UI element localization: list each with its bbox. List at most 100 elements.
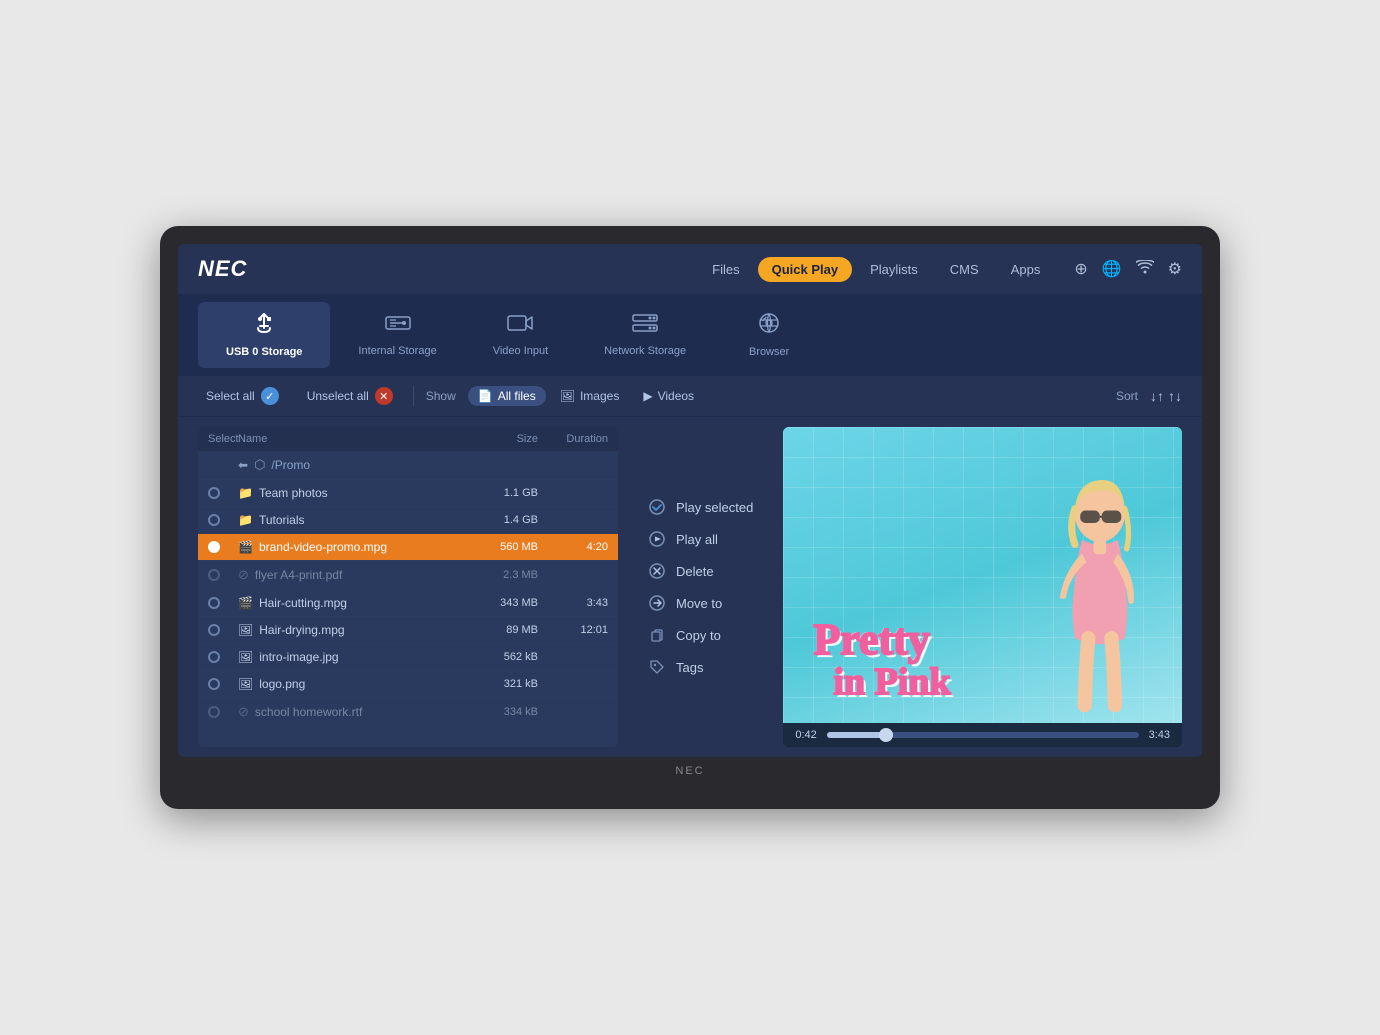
progress-bar[interactable] <box>827 732 1139 738</box>
filter-divider <box>413 386 414 406</box>
table-row[interactable]: ⊘ flyer A4-print.pdf 2.3 MB <box>198 561 618 590</box>
current-time: 0:42 <box>795 729 816 741</box>
gear-icon[interactable]: ⚙ <box>1168 259 1182 279</box>
usb-label: USB 0 Storage <box>226 346 302 358</box>
radio-btn[interactable] <box>208 514 220 526</box>
show-all-files[interactable]: 📄 All files <box>468 386 546 406</box>
internal-label: Internal Storage <box>358 345 436 357</box>
copy-to-btn[interactable]: Copy to <box>648 626 753 644</box>
file-list: Select Name Size Duration ⬅ ⬡ /Promo <box>198 427 618 747</box>
file-list-header: Select Name Size Duration <box>198 427 618 451</box>
file-size: 321 kB <box>458 678 538 690</box>
file-name: logo.png <box>259 677 305 691</box>
nav-quick-play[interactable]: Quick Play <box>758 257 852 282</box>
globe-icon[interactable]: 🌐 <box>1102 259 1122 279</box>
file-icon: 📄 <box>478 389 493 403</box>
radio-btn[interactable] <box>208 706 220 718</box>
nav-cms[interactable]: CMS <box>936 257 993 282</box>
table-row[interactable]: ⬅ ⬡ /Promo <box>198 451 618 480</box>
table-row[interactable]: 📁 Tutorials 1.4 GB <box>198 507 618 534</box>
move-icon <box>648 594 666 612</box>
file-name: brand-video-promo.mpg <box>259 540 387 554</box>
storage-usb[interactable]: USB 0 Storage <box>198 302 330 368</box>
usb-icon-small: ⬡ <box>254 457 265 473</box>
radio-btn[interactable] <box>208 624 220 636</box>
show-images[interactable]: 🖼 Images <box>550 386 630 406</box>
show-videos[interactable]: ▶ Videos <box>633 386 704 406</box>
move-to-btn[interactable]: Move to <box>648 594 753 612</box>
tv-screen: NEC Files Quick Play Playlists CMS Apps … <box>178 244 1202 757</box>
progress-fill <box>827 732 886 738</box>
storage-video-input[interactable]: Video Input <box>465 302 576 368</box>
tags-label: Tags <box>676 660 703 675</box>
nec-logo: NEC <box>198 256 247 282</box>
storage-network[interactable]: Network Storage <box>576 302 714 368</box>
progress-thumb[interactable] <box>879 728 893 742</box>
wifi-icon[interactable] <box>1136 260 1154 279</box>
select-all-label: Select all <box>206 389 255 403</box>
unselect-all-btn[interactable]: Unselect all ✕ <box>299 384 401 408</box>
delete-label: Delete <box>676 564 714 579</box>
radio-btn[interactable] <box>208 487 220 499</box>
sort-asc-icon[interactable]: ↑↓ <box>1168 388 1182 404</box>
file-size: 343 MB <box>458 597 538 609</box>
file-name-cell: 🎬 brand-video-promo.mpg <box>238 540 458 554</box>
image-icon: 🖼 <box>238 650 253 664</box>
col-select: Select <box>208 433 238 445</box>
nav-playlists[interactable]: Playlists <box>856 257 932 282</box>
main-content: Select Name Size Duration ⬅ ⬡ /Promo <box>178 417 1202 757</box>
table-row[interactable]: ⊘ school homework.rtf 334 kB <box>198 698 618 727</box>
tags-btn[interactable]: Tags <box>648 658 753 676</box>
select-all-btn[interactable]: Select all ✓ <box>198 384 287 408</box>
file-name-cell: 📁 Tutorials <box>238 513 458 527</box>
up-icon: ⬅ <box>238 458 248 472</box>
table-row[interactable]: 🖼 intro-image.jpg 562 kB <box>198 644 618 671</box>
file-name-cell: 🖼 logo.png <box>238 677 458 691</box>
radio-btn[interactable] <box>208 569 220 581</box>
radio-btn[interactable] <box>208 678 220 690</box>
x-circle-icon: ✕ <box>375 387 393 405</box>
network-label: Network Storage <box>604 345 686 357</box>
radio-btn[interactable] <box>208 597 220 609</box>
plus-icon[interactable]: ⊕ <box>1074 259 1087 279</box>
table-row[interactable]: 🎬 brand-video-promo.mpg 560 MB 4:20 <box>198 534 618 561</box>
context-menu: Play selected Play all <box>628 427 773 747</box>
storage-internal[interactable]: Internal Storage <box>330 302 464 368</box>
delete-btn[interactable]: Delete <box>648 562 753 580</box>
play-all-btn[interactable]: Play all <box>648 530 753 548</box>
col-name: Name <box>238 433 458 445</box>
video-icon: 🎬 <box>238 540 253 554</box>
file-name: Hair-cutting.mpg <box>259 596 347 610</box>
sort-desc-icon[interactable]: ↓↑ <box>1150 388 1164 404</box>
file-name: Team photos <box>259 486 328 500</box>
col-duration: Duration <box>538 433 608 445</box>
radio-btn[interactable] <box>208 651 220 663</box>
file-name-cell: 🖼 intro-image.jpg <box>238 650 458 664</box>
image-icon: 🖼 <box>560 389 575 403</box>
radio-btn[interactable] <box>208 541 220 553</box>
video-controls: 0:42 3:43 <box>783 723 1182 747</box>
file-size: 334 kB <box>458 706 538 718</box>
file-duration: 3:43 <box>538 597 608 609</box>
unselect-all-label: Unselect all <box>307 389 369 403</box>
overlay-line2: in Pink <box>833 663 950 703</box>
browser-label: Browser <box>749 346 789 358</box>
nav-apps[interactable]: Apps <box>997 257 1055 282</box>
play-selected-btn[interactable]: Play selected <box>648 498 753 516</box>
sort-label: Sort <box>1116 389 1138 403</box>
table-row[interactable]: 🖼 Hair-drying.mpg 89 MB 12:01 <box>198 617 618 644</box>
woman-figure <box>992 473 1172 723</box>
copy-to-label: Copy to <box>676 628 721 643</box>
nav-files[interactable]: Files <box>698 257 753 282</box>
col-size: Size <box>458 433 538 445</box>
network-icon <box>632 313 658 339</box>
file-name-cell: 🖼 Hair-drying.mpg <box>238 623 458 637</box>
table-row[interactable]: 🎬 Hair-cutting.mpg 343 MB 3:43 <box>198 590 618 617</box>
table-row[interactable]: 📁 Team photos 1.1 GB <box>198 480 618 507</box>
move-to-label: Move to <box>676 596 722 611</box>
storage-browser[interactable]: Browser <box>714 302 824 368</box>
browser-icon <box>758 312 780 340</box>
video-content: Pretty in Pink <box>783 427 1182 723</box>
file-name-cell: ⊘ flyer A4-print.pdf <box>238 567 458 583</box>
table-row[interactable]: 🖼 logo.png 321 kB <box>198 671 618 698</box>
